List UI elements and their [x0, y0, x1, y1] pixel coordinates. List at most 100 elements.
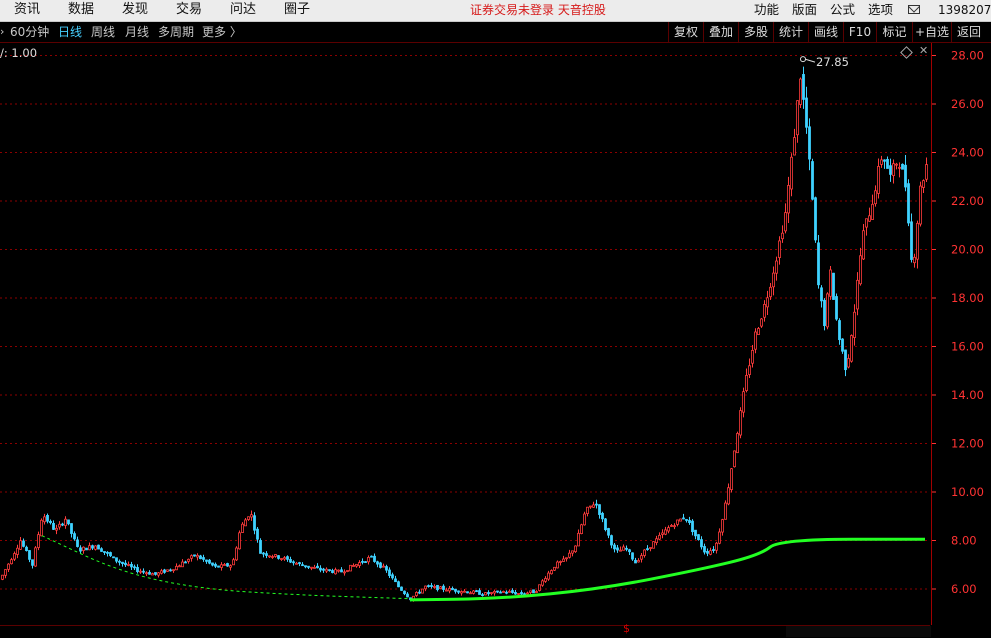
button-draw[interactable]: 画线	[808, 22, 843, 42]
menu-formula[interactable]: 公式	[830, 0, 855, 21]
candle-body	[127, 564, 130, 566]
candle-body	[466, 591, 469, 594]
kline-chart[interactable]: 6.00 8.00 10.00 12.00 14.00 16.00 18.00 20.00 22…	[0, 43, 991, 637]
button-f10[interactable]: F10	[843, 22, 876, 42]
candle-body	[184, 561, 187, 564]
menu-function[interactable]: 功能	[754, 0, 779, 21]
candle-body	[493, 590, 496, 594]
candle-body	[814, 197, 817, 241]
candle-body	[421, 588, 424, 594]
button-multi-stock[interactable]: 多股	[738, 22, 773, 42]
candle-body	[448, 587, 451, 592]
candle-body	[673, 525, 676, 528]
candle-body	[643, 549, 646, 556]
candle-body	[460, 591, 463, 594]
candle-body	[907, 183, 910, 224]
left-chevron-icon[interactable]: ›	[0, 22, 4, 42]
candle-body	[346, 570, 349, 572]
high-label: 27.85	[816, 55, 849, 69]
candle-body	[316, 565, 319, 569]
candle-body	[562, 558, 565, 562]
candle-body	[355, 563, 358, 567]
candle-body	[376, 561, 379, 565]
candle-body	[439, 586, 442, 590]
candle-body	[106, 551, 109, 554]
candle-body	[28, 550, 31, 560]
candle-body	[571, 550, 574, 554]
menu-data[interactable]: 数据	[68, 0, 94, 21]
candle-body	[223, 564, 226, 566]
candle-body	[910, 221, 913, 260]
candle-body	[607, 528, 610, 536]
close-icon[interactable]: ✕	[919, 44, 928, 57]
button-add-watch[interactable]: +自选	[912, 22, 951, 42]
candle-body	[697, 534, 700, 541]
candle-body	[742, 391, 745, 413]
y-tick-label: 6.00	[951, 582, 977, 596]
trade-login-notice[interactable]: 证券交易未登录 天音控股	[470, 0, 606, 21]
candle-body	[118, 560, 121, 563]
candle-body	[649, 547, 652, 549]
candle-body	[502, 591, 505, 593]
candle-body	[457, 590, 460, 593]
button-stats[interactable]: 统计	[773, 22, 808, 42]
period-more[interactable]: 更多 〉	[202, 22, 242, 42]
menu-news[interactable]: 资讯	[14, 0, 40, 21]
candle-body	[652, 541, 655, 549]
candle-body	[877, 166, 880, 194]
candle-body	[796, 100, 799, 136]
candle-body	[802, 74, 805, 100]
chart-toolbar: › 60分钟 日线 周线 月线 多周期 更多 〉 复权 叠加 多股 统计 画线 …	[0, 22, 991, 43]
menu-trade[interactable]: 交易	[176, 0, 202, 21]
candle-body	[568, 552, 571, 558]
menu-ask[interactable]: 问达	[230, 0, 256, 21]
candle-body	[883, 159, 886, 162]
candle-body	[895, 163, 898, 166]
account-number[interactable]: 1398207	[938, 0, 991, 21]
menu-discover[interactable]: 发现	[122, 0, 148, 21]
period-monthly[interactable]: 月线	[125, 22, 149, 42]
candle-body	[136, 567, 139, 573]
menu-layout[interactable]: 版面	[792, 0, 817, 21]
y-tick-label: 24.00	[951, 146, 984, 160]
candle-body	[142, 570, 145, 573]
candle-body	[103, 551, 106, 553]
button-overlay[interactable]: 叠加	[703, 22, 738, 42]
period-60min[interactable]: 60分钟	[10, 22, 49, 42]
candle-body	[43, 516, 46, 523]
candle-body	[370, 555, 373, 558]
candle-body	[805, 97, 808, 128]
period-daily[interactable]: 日线	[58, 22, 82, 42]
menu-options[interactable]: 选项	[868, 0, 893, 21]
candle-body	[64, 518, 67, 526]
candle-body	[379, 562, 382, 568]
button-back[interactable]: 返回	[951, 22, 986, 42]
candle-body	[280, 558, 283, 560]
period-weekly[interactable]: 周线	[91, 22, 115, 42]
kline-chart-area[interactable]: 6.00 8.00 10.00 12.00 14.00 16.00 18.00 20.00 22…	[0, 43, 991, 637]
candle-body	[22, 540, 25, 547]
candle-body	[541, 580, 544, 586]
candle-body	[313, 566, 316, 569]
candle-body	[55, 527, 58, 531]
candle-body	[481, 594, 484, 597]
candle-body	[787, 185, 790, 214]
candle-body	[178, 565, 181, 568]
high-marker	[800, 56, 806, 63]
menu-circle[interactable]: 圈子	[284, 0, 310, 21]
candle-body	[214, 563, 217, 567]
candle-body	[418, 591, 421, 594]
button-adjust[interactable]: 复权	[668, 22, 703, 42]
candle-body	[151, 573, 154, 576]
period-multi[interactable]: 多周期	[158, 22, 194, 42]
button-mark[interactable]: 标记	[876, 22, 912, 42]
candle-body	[325, 568, 328, 572]
candle-body	[16, 547, 19, 555]
candle-body	[835, 296, 838, 320]
candle-body	[769, 286, 772, 298]
candle-body	[676, 519, 679, 525]
mail-icon[interactable]	[908, 5, 920, 14]
candle-body	[292, 561, 295, 564]
candle-body	[838, 320, 841, 341]
candle-body	[691, 520, 694, 533]
